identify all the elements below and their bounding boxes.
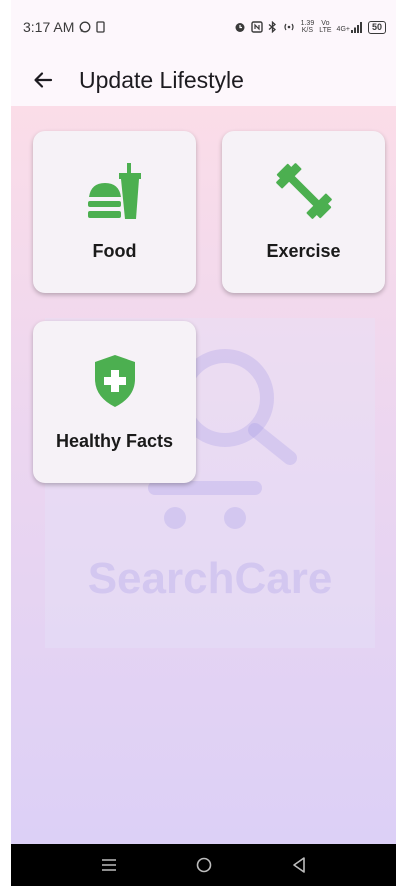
speed-value: 1.39	[300, 20, 315, 27]
triangle-back-icon	[292, 857, 305, 873]
menu-lines-icon	[101, 859, 116, 871]
arrow-left-icon	[34, 72, 53, 88]
signal-indicator: 4G+	[336, 21, 363, 33]
back-button[interactable]	[25, 62, 61, 98]
healthy-facts-label: Healthy Facts	[55, 431, 174, 451]
network-speed: 1.39 K/S	[301, 20, 315, 34]
nfc-icon	[250, 21, 263, 33]
volte-indicator: Vo LTE	[319, 20, 331, 34]
back-nav-button[interactable]	[284, 850, 314, 880]
system-nav-bar	[11, 844, 396, 886]
volte-top: Vo	[321, 20, 330, 27]
food-card[interactable]: Food	[33, 131, 196, 293]
signal-label: 4G+	[336, 25, 350, 33]
home-circle-icon	[196, 857, 211, 873]
home-button[interactable]	[189, 850, 219, 880]
bluetooth-icon	[268, 21, 276, 33]
watermark-text: SearchCare	[87, 554, 333, 603]
page-title: Update Lifestyle	[79, 66, 244, 93]
status-time: 3:17 AM	[23, 19, 75, 35]
exercise-label: Exercise	[266, 241, 341, 261]
volte-bottom: LTE	[319, 27, 332, 34]
food-label: Food	[92, 241, 137, 261]
recents-button[interactable]	[94, 850, 124, 880]
hotspot-icon	[283, 23, 294, 31]
healthy-facts-card[interactable]: Healthy Facts	[33, 321, 196, 483]
content-area: SearchCare Food Exercise Healthy Facts	[11, 106, 396, 844]
whatsapp-icon	[79, 21, 91, 33]
status-left: 3:17 AM	[23, 19, 106, 35]
battery-indicator: 50	[367, 20, 386, 34]
dumbbell-icon	[275, 163, 332, 219]
phone-notification-icon	[96, 21, 106, 33]
app-bar: Update Lifestyle	[11, 54, 396, 106]
signal-icon	[350, 21, 362, 33]
status-bar: 3:17 AM 1.39 K/S Vo LTE 4G+ 50	[11, 0, 396, 54]
speed-unit: K/S	[301, 27, 314, 34]
status-right: 1.39 K/S Vo LTE 4G+ 50	[234, 20, 386, 34]
alarm-icon	[235, 23, 245, 32]
exercise-card[interactable]: Exercise	[222, 131, 385, 293]
shield-plus-icon	[94, 355, 135, 407]
fastfood-icon	[87, 163, 141, 219]
